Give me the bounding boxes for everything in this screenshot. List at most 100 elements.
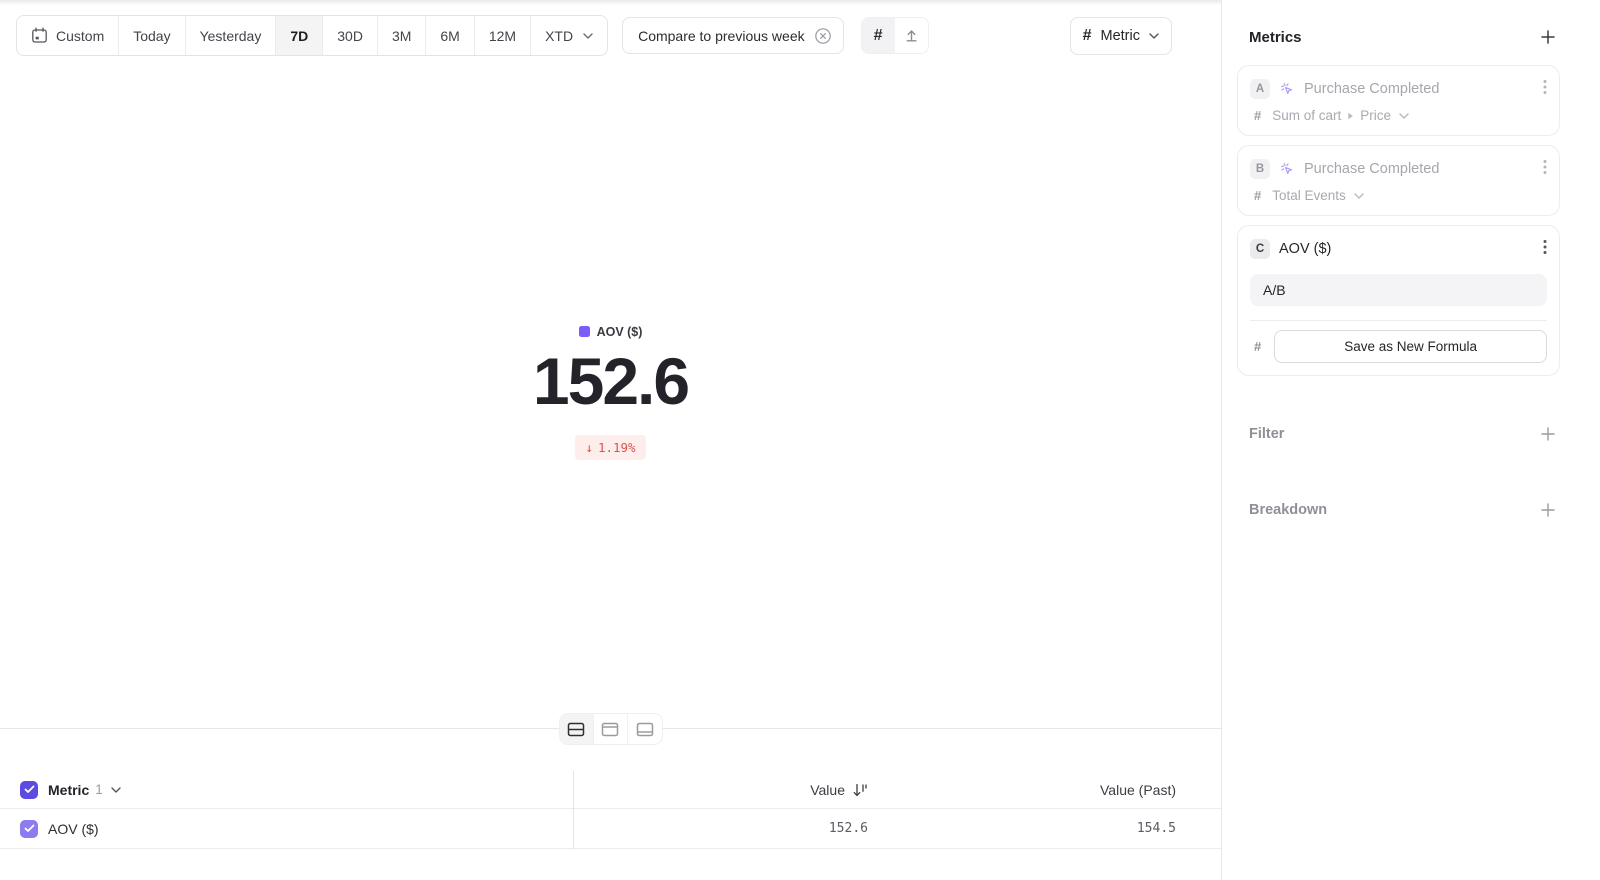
date-range-label: 7D <box>290 28 308 44</box>
date-range-yesterday[interactable]: Yesterday <box>186 16 277 55</box>
date-range-control: Custom Today Yesterday 7D 30D 3M 6M 12M … <box>16 15 608 56</box>
arrow-down-icon: ↓ <box>585 440 593 455</box>
layout-split-icon <box>567 722 585 737</box>
row-metric-label: AOV ($) <box>48 821 99 837</box>
value-header-cell[interactable]: Value <box>573 782 868 798</box>
layout-chart-only-button[interactable] <box>594 714 628 744</box>
metric-card-title-row: C AOV ($) <box>1250 237 1547 261</box>
breakdown-title: Breakdown <box>1249 502 1327 518</box>
metric-badge: A <box>1250 79 1270 99</box>
date-range-label: 30D <box>337 28 363 44</box>
metric-dropdown-button[interactable]: # Metric <box>1070 17 1172 55</box>
caret-right-icon <box>1347 112 1354 120</box>
metric-card-title-row: B Purchase Completed <box>1250 157 1547 181</box>
layout-toggle-group <box>559 713 663 745</box>
save-as-new-formula-button[interactable]: Save as New Formula <box>1274 330 1547 363</box>
add-breakdown-button[interactable] <box>1538 500 1558 520</box>
legend-label: AOV ($) <box>597 325 643 339</box>
sparkle-event-icon <box>1279 161 1295 177</box>
value-past-header-cell[interactable]: Value (Past) <box>868 782 1176 798</box>
metric-card-title[interactable]: Purchase Completed <box>1304 81 1439 97</box>
metric-badge: C <box>1250 239 1270 259</box>
hash-icon: # <box>1254 339 1261 354</box>
formula-actions-row: # Save as New Formula <box>1250 330 1547 363</box>
row-metric-cell: AOV ($) <box>0 820 573 838</box>
visualization-toggle: # <box>861 17 929 54</box>
insights-app: Custom Today Yesterday 7D 30D 3M 6M 12M … <box>0 0 1600 880</box>
compare-pill-label: Compare to previous week <box>638 28 805 44</box>
date-range-label: Yesterday <box>200 28 262 44</box>
query-builder-sidebar: Metrics A Purchase Completed <box>1221 0 1600 880</box>
select-all-checkbox[interactable] <box>20 781 38 799</box>
chevron-down-icon <box>1354 193 1364 199</box>
hash-icon: # <box>1254 188 1261 203</box>
trend-view-toggle[interactable] <box>895 18 928 53</box>
date-range-12m[interactable]: 12M <box>475 16 531 55</box>
aggregation-label: Sum of cart <box>1272 108 1341 123</box>
date-range-3m[interactable]: 3M <box>378 16 426 55</box>
delta-value: 1.19% <box>598 440 636 455</box>
panel-divider <box>0 728 1221 729</box>
add-metric-button[interactable] <box>1538 27 1558 47</box>
date-range-6m[interactable]: 6M <box>426 16 474 55</box>
filter-title: Filter <box>1249 426 1284 442</box>
date-range-label: 6M <box>440 28 459 44</box>
metric-header-label: Metric <box>48 782 89 798</box>
metrics-title: Metrics <box>1249 29 1302 46</box>
legend-swatch <box>579 326 590 337</box>
hash-icon: # <box>1254 108 1261 123</box>
value-header-label: Value <box>810 782 845 798</box>
date-range-label: Today <box>133 28 170 44</box>
date-range-30d[interactable]: 30D <box>323 16 378 55</box>
date-range-label: 3M <box>392 28 411 44</box>
date-range-label: Custom <box>56 28 104 44</box>
metric-badge: B <box>1250 159 1270 179</box>
delta-badge: ↓ 1.19% <box>575 435 645 460</box>
metric-button-label: Metric <box>1101 28 1140 44</box>
number-view-toggle[interactable]: # <box>862 18 895 53</box>
breakdown-section: Breakdown <box>1237 500 1560 520</box>
row-value-past: 154.5 <box>868 821 1176 836</box>
aggregation-dropdown[interactable]: Total Events <box>1272 188 1364 203</box>
aggregation-label: Total Events <box>1272 188 1346 203</box>
metric-card-title[interactable]: Purchase Completed <box>1304 161 1439 177</box>
metric-visualization: AOV ($) 152.6 ↓ 1.19% <box>0 56 1221 728</box>
chevron-down-icon[interactable] <box>111 787 121 793</box>
kebab-icon[interactable] <box>1543 159 1547 180</box>
main-panel: Custom Today Yesterday 7D 30D 3M 6M 12M … <box>0 0 1221 880</box>
table-column-divider <box>573 771 574 849</box>
metric-big-number: 152.6 <box>533 348 688 414</box>
metric-card-b[interactable]: B Purchase Completed # Total Events <box>1237 145 1560 216</box>
add-filter-button[interactable] <box>1538 424 1558 444</box>
layout-split-button[interactable] <box>560 714 594 744</box>
close-circle-icon[interactable] <box>814 27 832 45</box>
kebab-icon[interactable] <box>1543 79 1547 100</box>
formula-input[interactable]: A/B <box>1250 274 1547 306</box>
aggregation-row: # Total Events <box>1250 188 1547 203</box>
card-divider <box>1250 320 1547 321</box>
layout-top-bar-icon <box>601 722 619 737</box>
date-range-custom[interactable]: Custom <box>17 16 119 55</box>
date-range-7d[interactable]: 7D <box>276 16 323 55</box>
metric-card-title[interactable]: AOV ($) <box>1279 241 1331 257</box>
layout-table-only-button[interactable] <box>628 714 662 744</box>
compare-to-previous-pill[interactable]: Compare to previous week <box>622 17 844 54</box>
date-range-xtd[interactable]: XTD <box>531 16 607 55</box>
metric-card-a[interactable]: A Purchase Completed # Sum of cart <box>1237 65 1560 136</box>
table-row: AOV ($) 152.6 154.5 <box>0 809 1221 849</box>
filter-section: Filter <box>1237 424 1560 444</box>
aggregation-row: # Sum of cart Price <box>1250 108 1547 123</box>
date-range-today[interactable]: Today <box>119 16 185 55</box>
metric-card-title-row: A Purchase Completed <box>1250 77 1547 101</box>
metric-card-c-formula[interactable]: C AOV ($) A/B # Save as New Formula <box>1237 225 1560 376</box>
aggregation-dropdown[interactable]: Sum of cart Price <box>1272 108 1409 123</box>
kebab-icon[interactable] <box>1543 239 1547 260</box>
legend-item[interactable]: AOV ($) <box>579 325 643 339</box>
calendar-icon <box>31 27 48 44</box>
table-header-row: Metric 1 Value <box>0 771 1221 809</box>
results-table: Metric 1 Value <box>0 771 1221 849</box>
row-checkbox[interactable] <box>20 820 38 838</box>
layout-bottom-bar-icon <box>636 722 654 737</box>
metric-header-cell[interactable]: Metric 1 <box>0 781 573 799</box>
sort-descending-icon[interactable] <box>852 783 868 797</box>
